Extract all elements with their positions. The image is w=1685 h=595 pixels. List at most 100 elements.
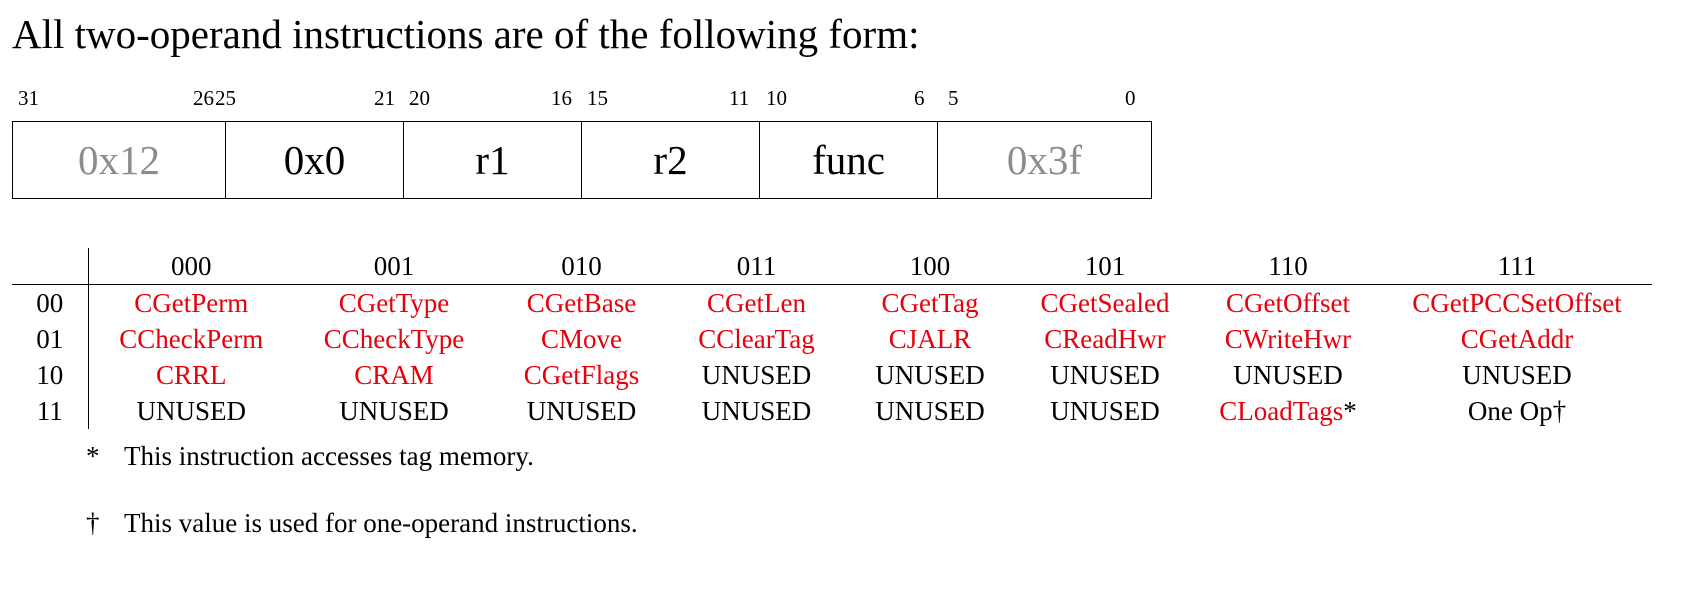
opcode-cell: UNUSED — [88, 393, 294, 429]
column-header: 110 — [1268, 251, 1308, 281]
row-label: 10 — [12, 357, 89, 393]
instruction-name: UNUSED — [1050, 396, 1160, 426]
bit-number: 15 — [587, 86, 608, 110]
instruction-name: CCheckPerm — [119, 324, 264, 354]
encoding-field-low: 0x3f — [938, 122, 1151, 198]
opcode-cell: CRRL — [88, 357, 294, 393]
instruction-name: CJALR — [888, 324, 972, 354]
opcode-cell: CCheckPerm — [88, 321, 294, 357]
opcode-cell: UNUSED — [494, 393, 669, 429]
opcode-cell: CMove — [494, 321, 669, 357]
opcode-cell: CGetFlags — [494, 357, 669, 393]
opcode-cell: UNUSED — [1382, 357, 1652, 393]
bit-number: 6 — [914, 86, 925, 110]
instruction-name: UNUSED — [1233, 360, 1343, 390]
encoding-field-r1: r1 — [404, 122, 582, 198]
bit-number: 5 — [948, 86, 959, 110]
opcode-cell: CGetPCCSetOffset — [1382, 284, 1652, 321]
opcode-cell: CGetType — [294, 284, 494, 321]
instruction-name: UNUSED — [701, 396, 812, 426]
row-label: 01 — [12, 321, 89, 357]
encoding-field-label: 0x12 — [78, 137, 160, 183]
opcode-cell: UNUSED — [844, 393, 1016, 429]
instruction-name: CGetOffset — [1226, 288, 1350, 318]
opcode-cell: CLoadTags* — [1194, 393, 1382, 429]
opcode-cell: CGetOffset — [1194, 284, 1382, 321]
instruction-name: CGetPCCSetOffset — [1412, 288, 1622, 318]
bit-number: 0 — [1125, 86, 1136, 110]
instruction-name: CGetType — [338, 288, 450, 318]
table-corner — [12, 248, 89, 285]
instruction-name: CReadHwr — [1044, 324, 1166, 354]
opcode-cell: UNUSED — [669, 357, 844, 393]
column-header: 001 — [373, 251, 415, 281]
instruction-name: CGetSealed — [1040, 288, 1170, 318]
bit-number: 20 — [409, 86, 430, 110]
row-label: 00 — [12, 284, 89, 321]
instruction-name: UNUSED — [136, 396, 246, 426]
encoding-field-label: r1 — [475, 137, 510, 183]
opcode-table: 000 001 010 011 100 101 110 111 00 CGetPe… — [12, 248, 1652, 429]
instruction-name: One Op† — [1467, 396, 1567, 426]
footnote-symbol: * — [86, 441, 100, 471]
opcode-cell: One Op† — [1382, 393, 1652, 429]
footnote-text: This instruction accesses tag memory. — [124, 441, 534, 471]
instruction-name: CGetTag — [881, 288, 979, 318]
opcode-cell: CCheckType — [294, 321, 494, 357]
footnote-asterisk: * This instruction accesses tag memory. — [86, 438, 534, 474]
instruction-name: CGetFlags — [523, 360, 640, 390]
opcode-cell: UNUSED — [844, 357, 1016, 393]
opcode-cell: CWriteHwr — [1194, 321, 1382, 357]
encoding-field-label: r2 — [653, 137, 688, 183]
opcode-cell: UNUSED — [1016, 393, 1194, 429]
bit-number: 10 — [766, 86, 787, 110]
opcode-cell: CGetPerm — [88, 284, 294, 321]
bit-number: 26 — [193, 86, 214, 110]
instruction-name: CClearTag — [698, 324, 815, 354]
encoding-field-label: 0x0 — [283, 137, 346, 183]
instruction-name: CRRL — [155, 360, 227, 390]
footnote-marker: * — [1343, 396, 1357, 426]
instruction-name: CGetBase — [526, 288, 637, 318]
instruction-name: CWriteHwr — [1224, 324, 1352, 354]
table-row: 10 CRRL CRAM CGetFlags UNUSED UNUSED UNUSED UNU… — [12, 357, 1652, 393]
opcode-cell: UNUSED — [1016, 357, 1194, 393]
column-header: 101 — [1084, 251, 1126, 281]
instruction-name: UNUSED — [875, 396, 985, 426]
bit-number: 25 — [215, 86, 236, 110]
opcode-cell: CGetBase — [494, 284, 669, 321]
instruction-name: CGetLen — [707, 288, 806, 318]
opcode-cell: CClearTag — [669, 321, 844, 357]
column-header: 000 — [171, 251, 212, 281]
opcode-cell: UNUSED — [294, 393, 494, 429]
instruction-name: UNUSED — [701, 360, 812, 390]
bit-position-row: 31 26 25 21 20 16 15 11 10 6 5 0 — [12, 84, 1162, 112]
bit-number: 16 — [551, 86, 572, 110]
instruction-name: CMove — [541, 324, 622, 354]
instruction-name: UNUSED — [875, 360, 985, 390]
page-heading: All two-operand instructions are of the … — [12, 11, 920, 57]
row-label: 11 — [12, 393, 89, 429]
encoding-field-label: func — [812, 137, 885, 183]
bit-number: 11 — [729, 86, 750, 110]
bit-number: 31 — [18, 86, 39, 110]
bit-number: 21 — [374, 86, 395, 110]
instruction-name: CGetPerm — [134, 288, 249, 318]
encoding-field-func: func — [760, 122, 938, 198]
footnote-text: This value is used for one-operand instr… — [124, 508, 638, 538]
table-header-row: 000 001 010 011 100 101 110 111 — [12, 248, 1652, 285]
opcode-cell: CJALR — [844, 321, 1016, 357]
opcode-cell: CGetSealed — [1016, 284, 1194, 321]
opcode-cell: UNUSED — [669, 393, 844, 429]
instruction-name: UNUSED — [1462, 360, 1572, 390]
opcode-cell: CRAM — [294, 357, 494, 393]
instruction-name: CGetAddr — [1460, 324, 1574, 354]
table-row: 11 UNUSED UNUSED UNUSED UNUSED UNUSED UNUSED CL… — [12, 393, 1652, 429]
opcode-cell: CGetAddr — [1382, 321, 1652, 357]
encoding-field-r2: r2 — [582, 122, 760, 198]
opcode-cell: UNUSED — [1194, 357, 1382, 393]
column-header: 010 — [561, 251, 602, 281]
table-row: 00 CGetPerm CGetType CGetBase CGetLen CGetTag… — [12, 284, 1652, 321]
opcode-cell: CGetLen — [669, 284, 844, 321]
instruction-encoding: 0x12 0x0 r1 r2 func 0x3f — [12, 121, 1152, 199]
